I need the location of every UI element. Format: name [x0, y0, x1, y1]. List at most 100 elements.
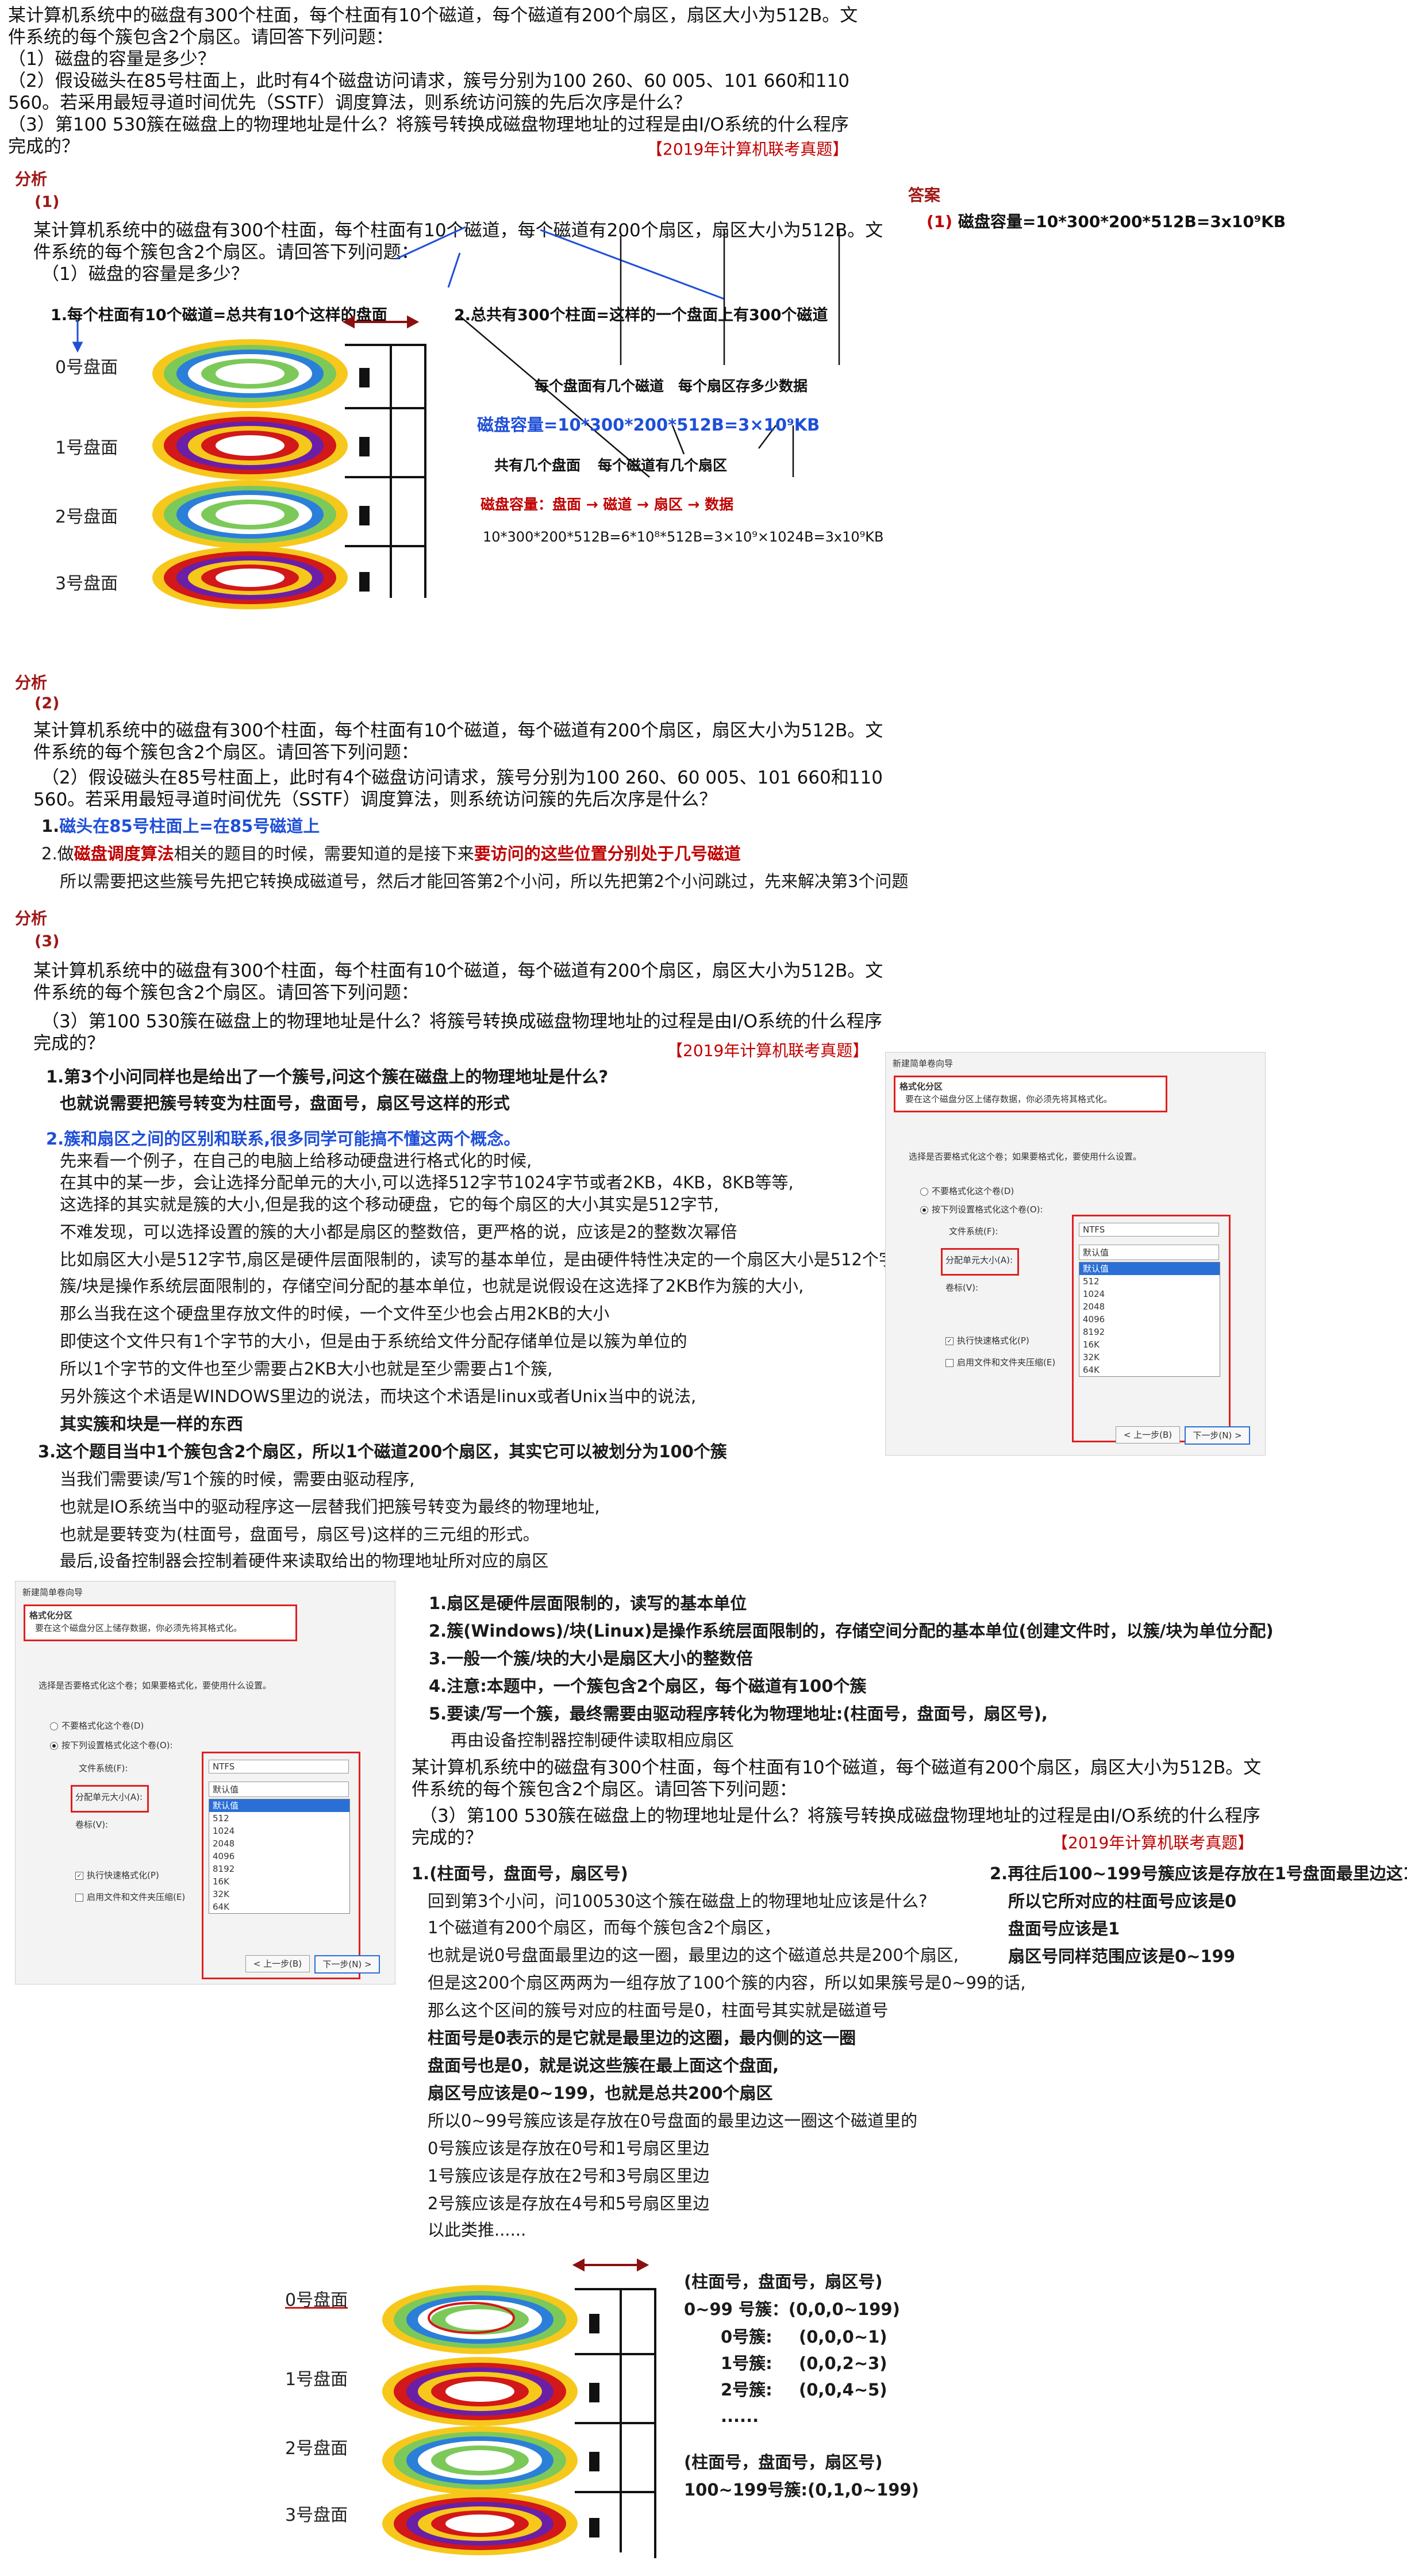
p2-question-line-4: 560。若采用最短寻道时间优先（SSTF）调度算法，则系统访问簇的先后次序是什么… — [33, 789, 717, 810]
alloc-option[interactable]: 4096 — [1079, 1313, 1220, 1326]
alloc-option[interactable]: 16K — [209, 1875, 349, 1888]
alloc-option[interactable]: 64K — [1079, 1364, 1220, 1376]
question-3b: 完成的？ — [8, 136, 79, 157]
p3-question-line-4: 完成的？ — [33, 1033, 105, 1054]
summary-5b: 再由设备控制器控制硬件读取相应扇区 — [451, 1730, 735, 1750]
next-button[interactable]: 下一步(N) > — [1185, 1426, 1250, 1445]
p3-line-14: 3.这个题目当中1个簇包含2个扇区，所以1个磁道200个扇区，其实它可以被划分为… — [38, 1442, 727, 1461]
p3-line-0: 1.第3个小问同样也是给出了一个簇号,问这个簇在磁盘上的物理地址是什么? — [46, 1067, 609, 1087]
alloc-option[interactable]: 8192 — [1079, 1326, 1220, 1338]
label-surfaces: 共有几个盘面 — [494, 457, 581, 474]
platter-label-3: 3号盘面 — [55, 574, 118, 594]
alloc-option[interactable]: 8192 — [209, 1863, 349, 1875]
final-header-2: (柱面号，盘面号，扇区号) — [684, 2452, 883, 2472]
radio-format[interactable]: 按下列设置格式化这个卷(O): — [50, 1739, 173, 1751]
p2-question-line-3: （2）假设磁头在85号柱面上，此时有4个磁盘访问请求，簇号分别为100 260、… — [41, 767, 883, 788]
p3-line-10: 即使这个文件只有1个字节的大小，但是由于系统给文件分配存储单位是以簇为单位的 — [60, 1331, 687, 1351]
dialog-header-sub: 要在这个磁盘分区上储存数据，你必须先将其格式化。 — [35, 1623, 243, 1633]
part-3-num: (3) — [34, 932, 60, 950]
p1-question-line-3: （1）磁盘的容量是多少？ — [41, 264, 249, 285]
dialog-header-sub: 要在这个磁盘分区上储存数据，你必须先将其格式化。 — [905, 1094, 1113, 1104]
solve-right-2: 盘面号应该是1 — [1008, 1919, 1120, 1938]
p3-line-3: 先来看一个例子，在自己的电脑上给移动硬盘进行格式化的时候, — [60, 1151, 532, 1170]
platter-3 — [152, 546, 348, 609]
alloc-select[interactable]: 默认值 — [209, 1782, 349, 1797]
final-row-3b: (0,0,2~3) — [799, 2354, 887, 2373]
summary-question-1: 某计算机系统中的磁盘有300个柱面，每个柱面有10个磁道，每个磁道有200个扇区… — [412, 1757, 1262, 1778]
alloc-option[interactable]: 默认值 — [209, 1799, 349, 1812]
platter2-label-0: 0号盘面 — [285, 2290, 348, 2310]
radio-no-format[interactable]: 不要格式化这个卷(D) — [50, 1719, 144, 1732]
read-heads — [589, 2314, 599, 2537]
p3-question-line-1: 某计算机系统中的磁盘有300个柱面，每个柱面有10个磁道，每个磁道有200个扇区… — [33, 961, 883, 981]
dialog-prompt: 选择是否要格式化这个卷；如果要格式化，要使用什么设置。 — [39, 1680, 272, 1691]
final-row-4b: (0,0,4~5) — [799, 2380, 887, 2400]
p3-line-6: 不难发现，可以选择设置的簇的大小都是扇区的整数倍，更严格的说，应该是2的整数次幂… — [60, 1222, 737, 1242]
p3-source: 【2019年计算机联考真题】 — [667, 1041, 869, 1060]
summary-question-3: （3）第100 530簇在磁盘上的物理地址是什么？将簇号转换成磁盘物理地址的过程… — [420, 1806, 1260, 1826]
next-button[interactable]: 下一步(N) > — [314, 1955, 380, 1974]
alloc-options-list: 默认值 512 1024 2048 4096 8192 16K 32K 64K — [209, 1799, 350, 1914]
platter2-label-1: 1号盘面 — [285, 2370, 348, 2390]
format-dialog-2: 新建简单卷向导 格式化分区 要在这个磁盘分区上储存数据，你必须先将其格式化。 选… — [15, 1581, 395, 1984]
compress-checkbox[interactable]: 启用文件和文件夹压缩(E) — [75, 1891, 185, 1903]
alloc-option[interactable]: 32K — [209, 1888, 349, 1901]
platter-0 — [382, 2285, 578, 2354]
solve-3: 也就是说0号盘面最里边的这一圈，最里边的这个磁道总共是200个扇区, — [428, 1945, 959, 1965]
analysis-label-2: 分析 — [15, 673, 48, 692]
radio-format[interactable]: 按下列设置格式化这个卷(O): — [920, 1203, 1043, 1215]
alloc-label: 分配单元大小(A): — [945, 1255, 1013, 1265]
quick-format-checkbox[interactable]: ✓ 执行快速格式化(P) — [945, 1334, 1029, 1346]
p2-question-line-1: 某计算机系统中的磁盘有300个柱面，每个柱面有10个磁道，每个磁道有200个扇区… — [33, 720, 883, 741]
alloc-option[interactable]: 默认值 — [1079, 1262, 1220, 1275]
fs-select[interactable]: NTFS — [1079, 1223, 1219, 1237]
compress-checkbox[interactable]: 启用文件和文件夹压缩(E) — [945, 1356, 1055, 1368]
alloc-option[interactable]: 1024 — [1079, 1288, 1220, 1300]
p3-line-11: 所以1个字节的文件也至少需要占2KB大小也就是至少需要占1个簇, — [60, 1359, 553, 1379]
final-header: (柱面号，盘面号，扇区号) — [684, 2272, 883, 2291]
platter-label-0: 0号盘面 — [55, 358, 118, 378]
solve-4: 但是这200个扇区两两为一组存放了100个簇的内容，所以如果簇号是0~99的话, — [428, 1973, 1026, 1993]
solve-9: 所以0~99号簇应该是存放在0号盘面的最里边这一圈这个磁道里的 — [428, 2111, 918, 2130]
alloc-option[interactable]: 2048 — [209, 1837, 349, 1850]
alloc-select[interactable]: 默认值 — [1079, 1245, 1219, 1260]
platter-0 — [152, 339, 348, 408]
question-1: （1）磁盘的容量是多少？ — [8, 49, 216, 70]
back-button[interactable]: < 上一步(B) — [1116, 1426, 1180, 1444]
alloc-option[interactable]: 2048 — [1079, 1300, 1220, 1313]
seek-arrow — [572, 2258, 649, 2272]
solve-10: 0号簇应该是存放在0号和1号扇区里边 — [428, 2139, 710, 2158]
vol-label: 卷标(V): — [75, 1819, 109, 1830]
p3-line-13: 其实簇和块是一样的东西 — [60, 1414, 244, 1434]
p3-line-7: 比如扇区大小是512字节,扇区是硬件层面限制的，读写的基本单位，是由硬件特性决定… — [60, 1250, 912, 1269]
alloc-option[interactable]: 16K — [1079, 1338, 1220, 1351]
alloc-option[interactable]: 32K — [1079, 1351, 1220, 1364]
platter-1 — [382, 2357, 578, 2426]
final-row-4a: 2号簇: — [721, 2380, 772, 2400]
solve-right-1: 所以它所对应的柱面号应该是0 — [1008, 1891, 1237, 1911]
radio-no-format[interactable]: 不要格式化这个卷(D) — [920, 1185, 1014, 1197]
p2-question-line-2: 件系统的每个簇包含2个扇区。请回答下列问题： — [33, 742, 419, 763]
alloc-option[interactable]: 4096 — [209, 1850, 349, 1863]
solve-0: 1.(柱面号，盘面号，扇区号) — [412, 1864, 628, 1883]
quick-format-checkbox[interactable]: ✓ 执行快速格式化(P) — [75, 1869, 159, 1881]
solve-1: 回到第3个小问，问100530这个簇在磁盘上的物理地址应该是什么? — [428, 1891, 928, 1911]
alloc-option[interactable]: 512 — [209, 1812, 349, 1825]
analysis-label-3: 分析 — [15, 909, 48, 928]
label-sectors-per-track: 每个磁道有几个扇区 — [598, 457, 728, 474]
alloc-option[interactable]: 64K — [209, 1901, 349, 1913]
solve-11: 1号簇应该是存放在2号和3号扇区里边 — [428, 2166, 710, 2186]
back-button[interactable]: < 上一步(B) — [245, 1955, 310, 1972]
alloc-option[interactable]: 512 — [1079, 1275, 1220, 1288]
p3-line-15: 当我们需要读/写1个簇的时候，需要由驱动程序, — [60, 1469, 415, 1489]
part-1-num: (1) — [34, 193, 60, 211]
alloc-label: 分配单元大小(A): — [75, 1792, 143, 1802]
p3-line-1: 也就说需要把簇号转变为柱面号，盘面号，扇区号这样的形式 — [60, 1093, 510, 1113]
solve-2: 1个磁道有200个扇区，而每个簇包含2个扇区， — [428, 1918, 781, 1937]
note-arrow-1 — [72, 321, 83, 353]
alloc-option[interactable]: 1024 — [209, 1825, 349, 1837]
actuator-arms — [575, 2288, 656, 2558]
p3-line-12: 另外簇这个术语是WINDOWS里边的说法，而块这个术语是linux或者Unix当… — [60, 1387, 697, 1406]
fs-select[interactable]: NTFS — [209, 1760, 349, 1773]
summary-question-4: 完成的？ — [412, 1828, 483, 1848]
